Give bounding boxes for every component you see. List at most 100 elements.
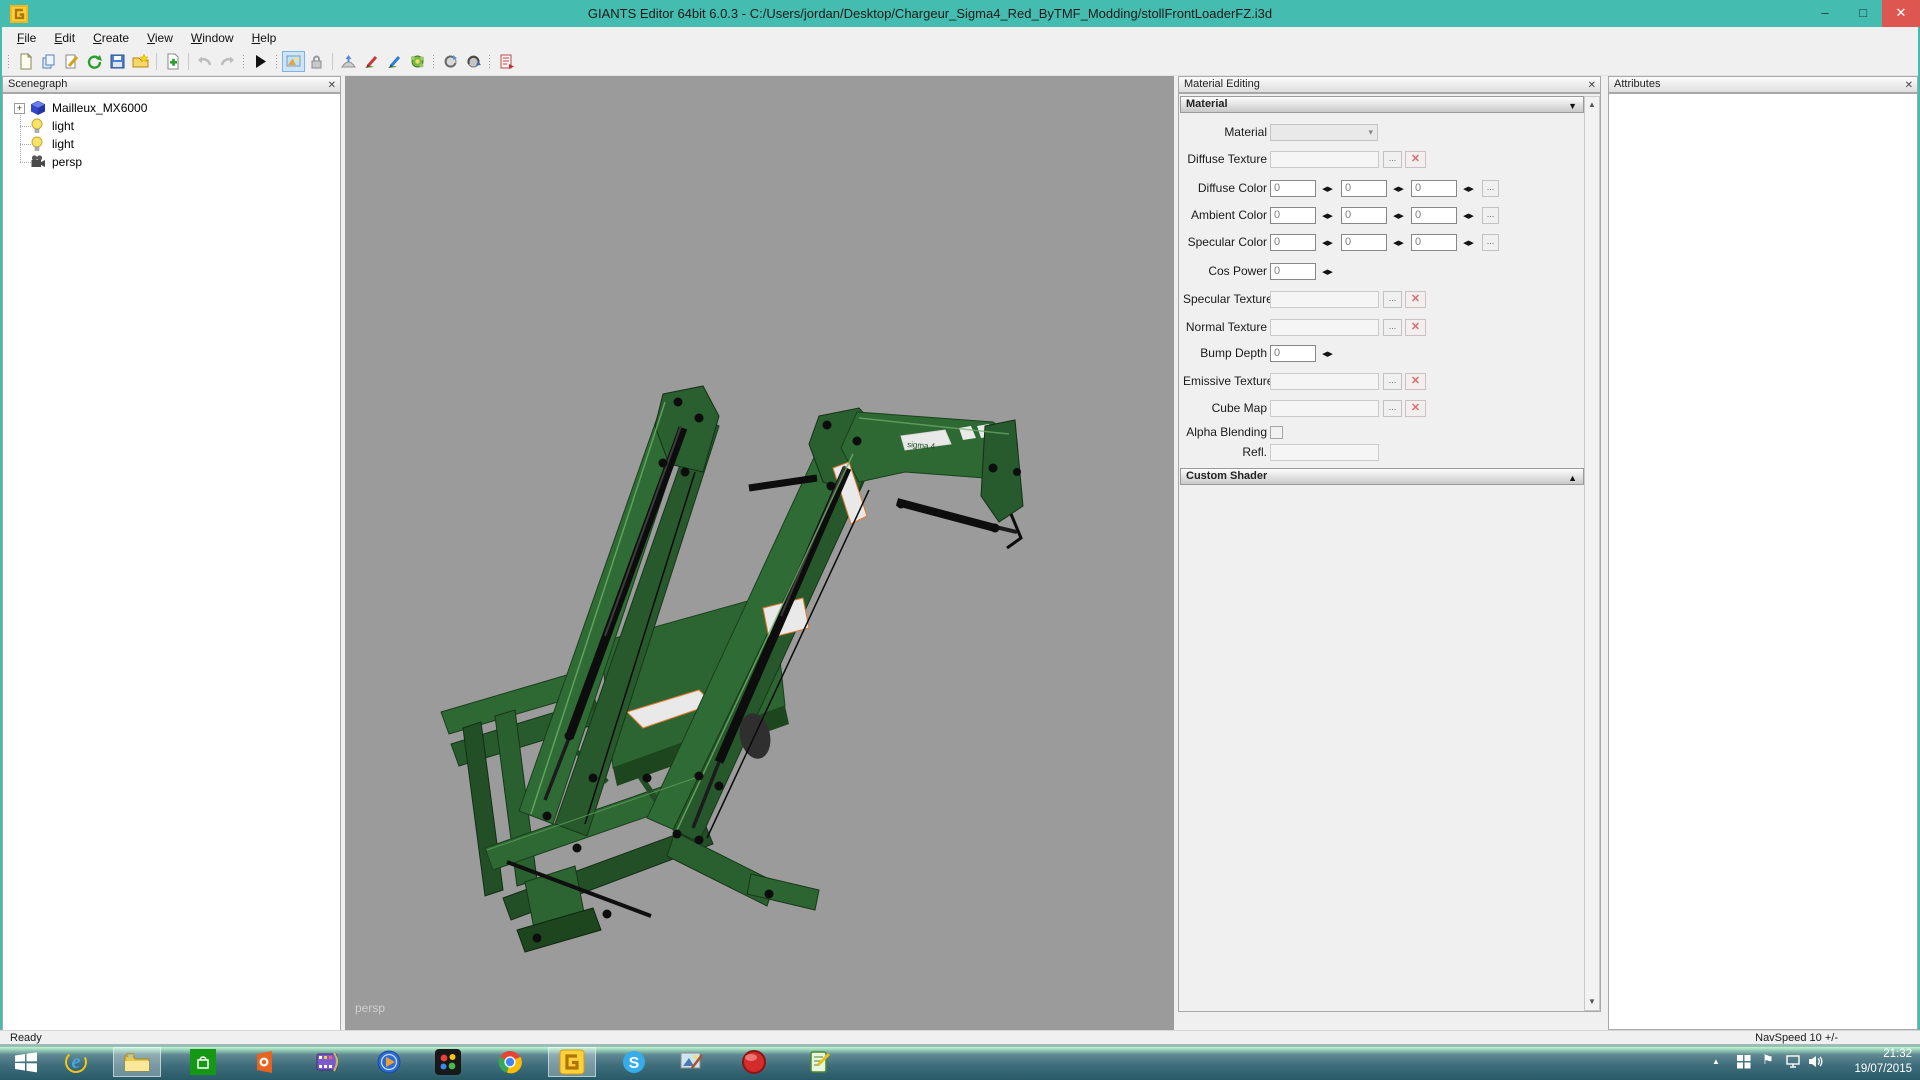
alpha-blending-checkbox[interactable] (1270, 426, 1283, 439)
redo-button[interactable] (216, 51, 239, 72)
lock-button[interactable] (305, 51, 328, 72)
taskbar-puzzle-app[interactable] (424, 1047, 472, 1077)
undo-button[interactable] (193, 51, 216, 72)
scenegraph-header[interactable]: Scenegraph ✕ (2, 76, 341, 93)
collapse-icon[interactable]: ▼ (1568, 99, 1577, 114)
material-editing-header[interactable]: Material Editing ✕ (1178, 76, 1601, 93)
scroll-up-icon[interactable]: ▲ (1585, 97, 1599, 113)
taskbar-windows-store[interactable] (179, 1047, 227, 1077)
taskbar-recorder[interactable] (730, 1047, 778, 1077)
remove-texture-button[interactable]: ✕ (1405, 319, 1426, 336)
tray-network-icon[interactable] (1786, 1054, 1802, 1069)
color-b-field[interactable]: 0 (1411, 180, 1457, 197)
scenegraph-tree[interactable]: + Mailleux_MX6000 light light (2, 93, 341, 1032)
paint-red-button[interactable] (360, 51, 383, 72)
spinner-icon[interactable]: ◀▶ (1460, 180, 1477, 197)
spinner-icon[interactable]: ◀▶ (1390, 207, 1407, 224)
taskbar-file-explorer[interactable] (113, 1047, 161, 1077)
tree-row-mailleux[interactable]: + Mailleux_MX6000 (14, 99, 147, 117)
tree-row-persp[interactable]: persp (30, 153, 82, 171)
spinner-icon[interactable]: ◀▶ (1319, 345, 1336, 362)
material-editing-close-icon[interactable]: ✕ (1588, 78, 1596, 93)
play-button[interactable] (249, 51, 272, 72)
taskbar-office[interactable] (240, 1047, 288, 1077)
taskbar-paint[interactable] (668, 1047, 716, 1077)
color-r-field[interactable]: 0 (1270, 207, 1316, 224)
browse-button[interactable]: ... (1383, 319, 1402, 336)
paint-blue-button[interactable] (383, 51, 406, 72)
remove-texture-button[interactable]: ✕ (1405, 151, 1426, 168)
taskbar-internet-explorer[interactable]: e (52, 1047, 100, 1077)
tray-windows-icon[interactable] (1736, 1054, 1751, 1069)
spinner-icon[interactable]: ◀▶ (1390, 180, 1407, 197)
bump-depth-field[interactable]: 0 (1270, 345, 1316, 362)
remove-texture-button[interactable]: ✕ (1405, 373, 1426, 390)
menu-create[interactable]: Create (84, 29, 138, 47)
start-button[interactable] (2, 1047, 50, 1077)
color-g-field[interactable]: 0 (1341, 180, 1387, 197)
toolbar-grip[interactable] (242, 54, 246, 70)
taskbar-notepad-plus-plus[interactable] (796, 1047, 844, 1077)
menu-edit[interactable]: Edit (45, 29, 84, 47)
maximize-button[interactable]: □ (1848, 0, 1878, 27)
toolbar-grip[interactable] (488, 54, 492, 70)
spinner-icon[interactable]: ◀▶ (1319, 263, 1336, 280)
normal-texture-field[interactable] (1270, 319, 1379, 336)
color-r-field[interactable]: 0 (1270, 234, 1316, 251)
taskbar-giants-editor[interactable] (548, 1047, 596, 1077)
taskbar-movie-maker[interactable] (304, 1047, 352, 1077)
tree-expander-icon[interactable]: + (14, 103, 25, 114)
save-button[interactable] (106, 51, 129, 72)
terrain-mode-button[interactable] (282, 51, 305, 72)
browse-button[interactable]: ... (1383, 373, 1402, 390)
taskbar-chrome[interactable] (486, 1047, 534, 1077)
specular-texture-field[interactable] (1270, 291, 1379, 308)
scenegraph-close-icon[interactable]: ✕ (328, 78, 336, 93)
color-g-field[interactable]: 0 (1341, 234, 1387, 251)
spinner-icon[interactable]: ◀▶ (1460, 234, 1477, 251)
viewport-3d[interactable]: sigma 4 (345, 76, 1174, 1032)
color-g-field[interactable]: 0 (1341, 207, 1387, 224)
refl-field[interactable] (1270, 444, 1379, 461)
remove-texture-button[interactable]: ✕ (1405, 291, 1426, 308)
emissive-texture-field[interactable] (1270, 373, 1379, 390)
spinner-icon[interactable]: ◀▶ (1460, 207, 1477, 224)
color-picker-button[interactable]: ... (1482, 207, 1499, 224)
script-log-button[interactable] (495, 51, 518, 72)
color-picker-button[interactable]: ... (1482, 234, 1499, 251)
tray-flag-icon[interactable]: ⚑ (1762, 1052, 1774, 1068)
material-scrollbar[interactable]: ▲ ▼ (1584, 96, 1600, 1011)
tray-chevron-icon[interactable]: ▲ (1712, 1057, 1720, 1066)
new-file-button[interactable] (14, 51, 37, 72)
attributes-close-icon[interactable]: ✕ (1905, 78, 1913, 93)
front-loader-model[interactable]: sigma 4 (345, 76, 1174, 1032)
collapse-icon[interactable]: ▲ (1568, 471, 1577, 486)
color-b-field[interactable]: 0 (1411, 207, 1457, 224)
remove-texture-button[interactable]: ✕ (1405, 400, 1426, 417)
reload-button[interactable] (83, 51, 106, 72)
browse-button[interactable]: ... (1383, 291, 1402, 308)
tray-volume-icon[interactable] (1808, 1054, 1824, 1069)
color-b-field[interactable]: 0 (1411, 234, 1457, 251)
toolbar-grip[interactable] (432, 54, 436, 70)
spinner-icon[interactable]: ◀▶ (1319, 207, 1336, 224)
diffuse-texture-field[interactable] (1270, 151, 1379, 168)
tree-row-light-2[interactable]: light (30, 135, 74, 153)
edit-file-button[interactable] (60, 51, 83, 72)
terrain-sculpt-button[interactable] (337, 51, 360, 72)
scroll-down-icon[interactable]: ▼ (1585, 994, 1599, 1010)
orbit-button[interactable] (462, 51, 485, 72)
custom-shader-header[interactable]: Custom Shader ▲ (1180, 468, 1584, 485)
rotate-snap-button[interactable] (439, 51, 462, 72)
menu-help[interactable]: Help (243, 29, 286, 47)
cos-power-field[interactable]: 0 (1270, 263, 1316, 280)
taskbar-media-player[interactable] (365, 1047, 413, 1077)
browse-button[interactable]: ... (1383, 151, 1402, 168)
import-button[interactable] (129, 51, 152, 72)
browse-button[interactable]: ... (1383, 400, 1402, 417)
minimize-button[interactable]: – (1810, 0, 1840, 27)
spinner-icon[interactable]: ◀▶ (1319, 234, 1336, 251)
taskbar-skype[interactable]: S (610, 1047, 658, 1077)
color-picker-button[interactable]: ... (1482, 180, 1499, 197)
cube-map-field[interactable] (1270, 400, 1379, 417)
